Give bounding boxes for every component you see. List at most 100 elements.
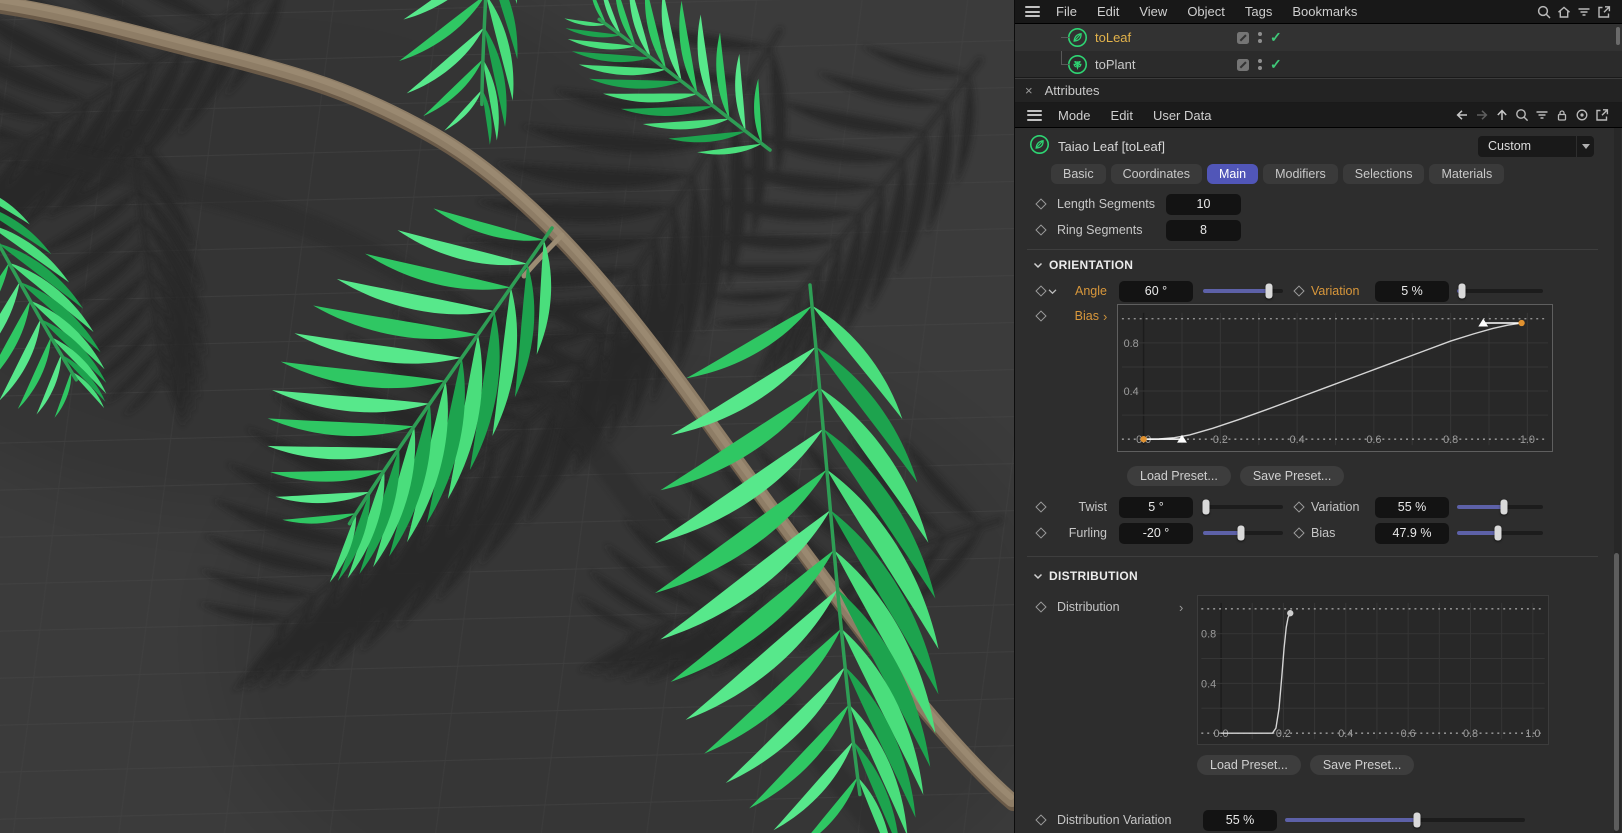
distribution-section-header[interactable]: DISTRIBUTION — [1015, 565, 1610, 587]
save-preset-button[interactable]: Save Preset... — [1239, 466, 1345, 486]
forward-arrow-icon[interactable] — [1472, 105, 1492, 125]
furling-bias-input[interactable]: 47.9 % — [1375, 522, 1449, 544]
layer-badge-icon[interactable] — [1237, 58, 1249, 71]
attributes-menu-icon[interactable] — [1027, 109, 1042, 121]
distribution-spline-editor[interactable]: 0.8 0.4 0.0 0.2 0.4 0.6 0.8 1.0 — [1197, 595, 1550, 745]
furling-input[interactable]: -20 ° — [1119, 522, 1193, 544]
load-preset-button[interactable]: Load Preset... — [1197, 755, 1301, 775]
ring-segments-input[interactable]: 8 — [1166, 219, 1241, 241]
tree-stub — [1061, 37, 1070, 38]
enabled-check-icon[interactable]: ✓ — [1270, 56, 1282, 73]
application-window: File Edit View Object Tags Bookmarks toL… — [0, 0, 1622, 833]
distribution-variation-input[interactable]: 55 % — [1203, 809, 1277, 831]
layer-badge-icon[interactable] — [1237, 31, 1249, 44]
tab-materials[interactable]: Materials — [1429, 164, 1505, 184]
keyframe-diamond-icon[interactable] — [1293, 285, 1305, 297]
menu-object[interactable]: Object — [1177, 4, 1235, 19]
home-icon[interactable] — [1554, 2, 1574, 22]
filter-icon[interactable] — [1532, 105, 1552, 125]
tab-selections[interactable]: Selections — [1342, 164, 1425, 184]
scrollbar-track[interactable] — [1614, 128, 1621, 833]
angle-slider[interactable] — [1203, 283, 1283, 299]
back-arrow-icon[interactable] — [1452, 105, 1472, 125]
scrollbar-thumb[interactable] — [1614, 553, 1619, 831]
enabled-check-icon[interactable]: ✓ — [1270, 29, 1282, 46]
section-divider — [1027, 556, 1598, 557]
tab-bar: Basic Coordinates Main Modifiers Selecti… — [1051, 161, 1610, 187]
viewport-3d[interactable] — [0, 0, 1014, 833]
object-name[interactable]: toPlant — [1095, 57, 1237, 72]
svg-text:0.8: 0.8 — [1201, 629, 1216, 641]
keyframe-diamond-icon[interactable] — [1293, 527, 1305, 539]
keyframe-diamond-icon[interactable] — [1035, 601, 1047, 613]
search-icon[interactable] — [1534, 2, 1554, 22]
save-preset-button[interactable]: Save Preset... — [1309, 755, 1415, 775]
attr-menu-mode[interactable]: Mode — [1048, 108, 1101, 123]
attributes-panel-header: × Attributes — [1015, 78, 1622, 103]
object-row-toplant[interactable]: toPlant ✓ — [1015, 51, 1622, 78]
chevron-down-icon[interactable] — [1045, 288, 1059, 295]
twist-variation-input[interactable]: 55 % — [1375, 496, 1449, 518]
new-window-icon[interactable] — [1592, 105, 1612, 125]
distribution-variation-slider[interactable] — [1285, 812, 1525, 828]
expand-arrow-icon[interactable]: › — [1103, 309, 1107, 324]
chevron-down-icon — [1033, 572, 1043, 580]
twist-label: Twist — [1078, 500, 1107, 514]
object-title: Taiao Leaf [toLeaf] — [1058, 138, 1165, 154]
twist-slider[interactable] — [1202, 499, 1283, 515]
furling-slider[interactable] — [1203, 525, 1283, 541]
keyframe-diamond-icon[interactable] — [1293, 501, 1305, 513]
menu-bookmarks[interactable]: Bookmarks — [1282, 4, 1367, 19]
variation-slider[interactable] — [1457, 283, 1543, 299]
attr-menu-userdata[interactable]: User Data — [1143, 108, 1222, 123]
object-name[interactable]: toLeaf — [1095, 30, 1237, 45]
dropdown-arrow-icon[interactable] — [1576, 135, 1594, 157]
search-icon[interactable] — [1512, 105, 1532, 125]
visibility-dots[interactable] — [1258, 59, 1262, 70]
orientation-section-header[interactable]: ORIENTATION — [1015, 254, 1610, 276]
menu-edit[interactable]: Edit — [1087, 4, 1129, 19]
menu-tags[interactable]: Tags — [1235, 4, 1282, 19]
length-segments-input[interactable]: 10 — [1166, 193, 1241, 215]
main-menubar: File Edit View Object Tags Bookmarks — [1015, 0, 1622, 24]
lock-icon[interactable] — [1552, 105, 1572, 125]
tab-coordinates[interactable]: Coordinates — [1110, 164, 1202, 184]
distribution-section-title: DISTRIBUTION — [1049, 569, 1138, 583]
keyframe-diamond-icon[interactable] — [1035, 814, 1047, 826]
new-window-icon[interactable] — [1594, 2, 1614, 22]
twist-variation-slider[interactable] — [1457, 499, 1543, 515]
filter-icon[interactable] — [1574, 2, 1594, 22]
preset-dropdown-value[interactable]: Custom — [1478, 135, 1576, 157]
tab-modifiers[interactable]: Modifiers — [1263, 164, 1338, 184]
twist-row: Twist 5 ° Variation 55 % — [1015, 494, 1610, 520]
bias-spline-editor[interactable]: 0.80.40.00.20.40.60.81.0 — [1117, 304, 1554, 452]
tab-basic[interactable]: Basic — [1051, 164, 1106, 184]
keyframe-diamond-icon[interactable] — [1035, 224, 1047, 236]
furling-bias-slider[interactable] — [1457, 525, 1543, 541]
leaf-object-icon — [1067, 27, 1088, 48]
twist-input[interactable]: 5 ° — [1119, 496, 1193, 518]
up-arrow-icon[interactable] — [1492, 105, 1512, 125]
angle-input[interactable]: 60 ° — [1119, 280, 1193, 302]
object-row-toleaf[interactable]: toLeaf ✓ — [1015, 24, 1622, 51]
visibility-dots[interactable] — [1258, 32, 1262, 43]
variation-input[interactable]: 5 % — [1375, 280, 1449, 302]
keyframe-diamond-icon[interactable] — [1035, 501, 1047, 513]
menu-view[interactable]: View — [1129, 4, 1177, 19]
target-icon[interactable] — [1572, 105, 1592, 125]
menu-icon[interactable] — [1025, 6, 1040, 17]
object-manager-scrollbar[interactable] — [1616, 27, 1620, 45]
keyframe-diamond-icon[interactable] — [1035, 527, 1047, 539]
expand-arrow-icon[interactable]: › — [1179, 600, 1183, 615]
attr-menu-edit[interactable]: Edit — [1101, 108, 1143, 123]
object-manager[interactable]: toLeaf ✓ toPlant ✓ — [1015, 24, 1622, 78]
preset-dropdown[interactable]: Custom — [1478, 135, 1594, 157]
object-title-row: Taiao Leaf [toLeaf] Custom — [1015, 132, 1610, 160]
keyframe-diamond-icon[interactable] — [1035, 198, 1047, 210]
furling-label: Furling — [1068, 526, 1107, 540]
ring-segments-row: Ring Segments 8 — [1015, 217, 1610, 243]
close-icon[interactable]: × — [1025, 83, 1033, 98]
tab-main[interactable]: Main — [1206, 164, 1259, 184]
load-preset-button[interactable]: Load Preset... — [1127, 466, 1231, 486]
menu-file[interactable]: File — [1046, 4, 1087, 19]
